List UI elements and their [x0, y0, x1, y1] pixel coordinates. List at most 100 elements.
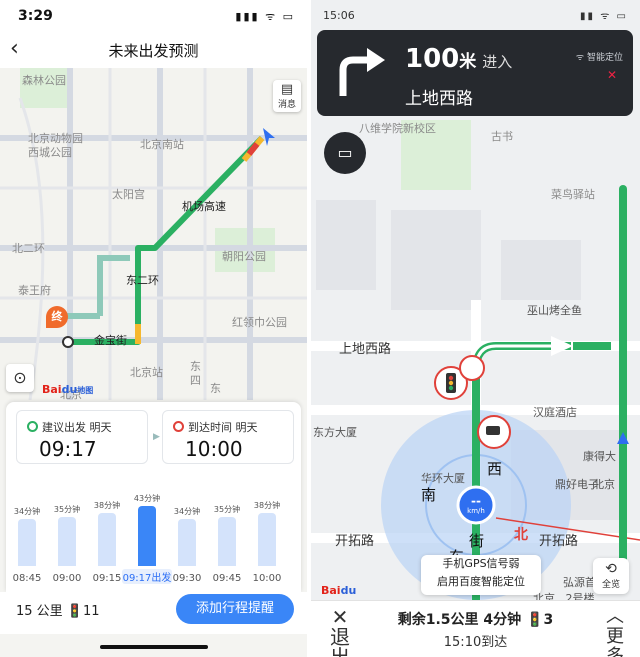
- smart-location-toggle[interactable]: ✕: [607, 68, 617, 82]
- right-baidu-logo: Baidu: [321, 584, 357, 597]
- smart-location-label: ᯤ 智能定位: [575, 53, 623, 63]
- speed-unit: km/h: [467, 507, 485, 515]
- duration-bar-time: 10:00: [252, 573, 282, 584]
- status-icons: ▮▮▮ ᯤ ▭: [235, 10, 295, 23]
- depart-card[interactable]: 建议出发 明天 09:17: [16, 410, 148, 464]
- compass-north: 北: [514, 527, 528, 543]
- right-status-icons: ▮▮ ᯤ ▭: [580, 11, 628, 22]
- map-label: 西: [487, 460, 503, 478]
- add-reminder-button[interactable]: 添加行程提醒: [176, 594, 294, 624]
- status-bar: 3:29 ▮▮▮ ᯤ ▭: [0, 0, 307, 32]
- arrive-label: 到达时间 明天: [173, 419, 258, 435]
- map-label: 北京: [593, 478, 615, 491]
- map-label: 八维学院新校区: [359, 122, 436, 135]
- baidu-logo: Baidu地图: [42, 383, 94, 396]
- traffic-light-icon: 🚦: [66, 604, 84, 619]
- route-map[interactable]: 森林公园 北京动物园 北京南站 西城公园 北二环 太阳宫 朝阳公园 泰王府 红领…: [0, 68, 307, 401]
- arrival-time: 15:10到达: [443, 635, 508, 650]
- map-label: 森林公园: [22, 74, 66, 87]
- right-screen: 八维学院新校区 古书 菜鸟驿站 巫山烤全鱼 上地西路 汉庭酒店 华环大厦 东方大…: [311, 0, 640, 657]
- duration-bar-value: 38分钟: [253, 501, 281, 510]
- traffic-light-icon: 🚦: [526, 612, 544, 628]
- duration-bar[interactable]: 35分钟: [214, 503, 240, 566]
- map-label: 泰王府: [18, 284, 51, 297]
- map-label: 朝阳公园: [222, 250, 266, 263]
- next-road-name: 上地西路: [405, 89, 473, 109]
- page-title: 未来出发预测: [108, 42, 199, 60]
- locate-icon: ⊙: [13, 368, 27, 387]
- map-label: 巫山烤全鱼: [527, 304, 582, 317]
- overview-button[interactable]: ⟲ 全览: [593, 558, 629, 594]
- remaining-summary: 剩余1.5公里 4分钟 🚦3: [397, 612, 554, 628]
- message-icon: ▤: [280, 82, 294, 97]
- arrow-right-icon: ▶: [153, 432, 160, 442]
- map-label: 东方大厦: [313, 426, 357, 439]
- route-summary: 15 公里 🚦11: [16, 604, 100, 619]
- bottom-bar: 15 公里 🚦11 添加行程提醒: [0, 592, 307, 634]
- right-status-time: 15:06: [323, 9, 355, 22]
- duration-bar-fill: [138, 506, 156, 566]
- map-label: 机场高速: [182, 200, 226, 213]
- status-time: 3:29: [18, 8, 53, 24]
- arrive-time: 10:00: [185, 437, 243, 461]
- robot-icon: ▭: [337, 143, 353, 162]
- message-button[interactable]: ▤ 消息: [273, 80, 301, 112]
- map-label: 上地西路: [339, 342, 392, 357]
- map-label: 开拓路: [335, 534, 375, 549]
- map-label: 东: [210, 382, 221, 395]
- map-label: 汉庭酒店: [533, 406, 577, 419]
- signal-icon: ᯤ: [575, 53, 585, 63]
- map-label: 菜鸟驿站: [551, 188, 595, 201]
- map-label: 金宝街: [94, 334, 127, 347]
- route-map-canvas: [0, 68, 307, 401]
- duration-bar-value: 43分钟: [133, 494, 161, 503]
- speed-value: --: [471, 494, 481, 508]
- home-indicator: [100, 645, 208, 649]
- prediction-sheet: 建议出发 明天 09:17 ▶ 到达时间 明天 10:00 34分钟 08:45 3…: [6, 402, 301, 592]
- map-label: 南: [421, 486, 437, 504]
- arrive-card[interactable]: 到达时间 明天 10:00: [162, 410, 294, 464]
- duration-bar[interactable]: 38分钟: [94, 499, 120, 566]
- message-label: 消息: [277, 100, 296, 110]
- map-label: 开拓路: [539, 534, 579, 549]
- map-label: 弘源首: [563, 576, 596, 589]
- depart-label: 建议出发 明天: [27, 419, 112, 435]
- title-bar: ‹ 未来出发预测: [0, 32, 307, 68]
- map-label: 康得大: [583, 450, 616, 463]
- map-label: 四: [190, 374, 201, 387]
- map-label: 北京站: [130, 366, 163, 379]
- turn-instruction-card: 100米 进入 上地西路 ᯤ 智能定位 ✕: [317, 30, 633, 116]
- duration-bar-fill: [58, 517, 76, 566]
- arrive-dot-icon: [173, 421, 184, 432]
- depart-dot-icon: [27, 421, 38, 432]
- map-label: 街: [469, 532, 485, 550]
- locate-button[interactable]: ⊙: [6, 364, 34, 392]
- duration-bar[interactable]: 38分钟: [254, 499, 280, 566]
- nav-bottom-bar: ✕ 退出 剩余1.5公里 4分钟 🚦3 15:10到达 ︿ 更多: [311, 600, 640, 657]
- chevron-up-icon: ︿: [606, 606, 624, 627]
- more-button[interactable]: ︿ 更多: [598, 607, 632, 657]
- map-label: 红领巾公园: [232, 316, 287, 329]
- route-overview-icon: ⟲: [605, 561, 617, 577]
- duration-bar[interactable]: 43分钟: [134, 492, 160, 566]
- map-label: 太阳宫: [112, 188, 145, 201]
- destination-marker[interactable]: 终: [46, 306, 68, 328]
- gps-warning[interactable]: 手机GPS信号弱 启用百度智能定位: [421, 555, 541, 595]
- gps-warning-action: 启用百度智能定位: [437, 575, 525, 588]
- duration-bar[interactable]: 35分钟: [54, 503, 80, 566]
- depart-time: 09:17: [39, 437, 97, 461]
- voice-assistant-button[interactable]: ▭: [324, 132, 366, 174]
- map-label: 北京南站: [140, 138, 184, 151]
- duration-bar-fill: [258, 513, 276, 566]
- map-label: 北二环: [12, 242, 45, 255]
- duration-bars: 34分钟 08:45 35分钟 09:00 38分钟 09:15 43分钟 09:17出发 34…: [6, 474, 301, 584]
- map-label: 西城公园: [28, 146, 72, 159]
- gps-warning-title: 手机GPS信号弱: [442, 557, 520, 570]
- duration-bar[interactable]: 34分钟: [14, 505, 40, 566]
- duration-bar-fill: [178, 519, 196, 566]
- duration-bar[interactable]: 34分钟: [174, 505, 200, 566]
- overview-label: 全览: [601, 580, 620, 590]
- map-label: 东二环: [126, 274, 159, 287]
- duration-bar-fill: [98, 513, 116, 566]
- left-screen: 3:29 ▮▮▮ ᯤ ▭ ‹ 未来出发预测 森林公园 北京动物园 北京南站 西城…: [0, 0, 307, 657]
